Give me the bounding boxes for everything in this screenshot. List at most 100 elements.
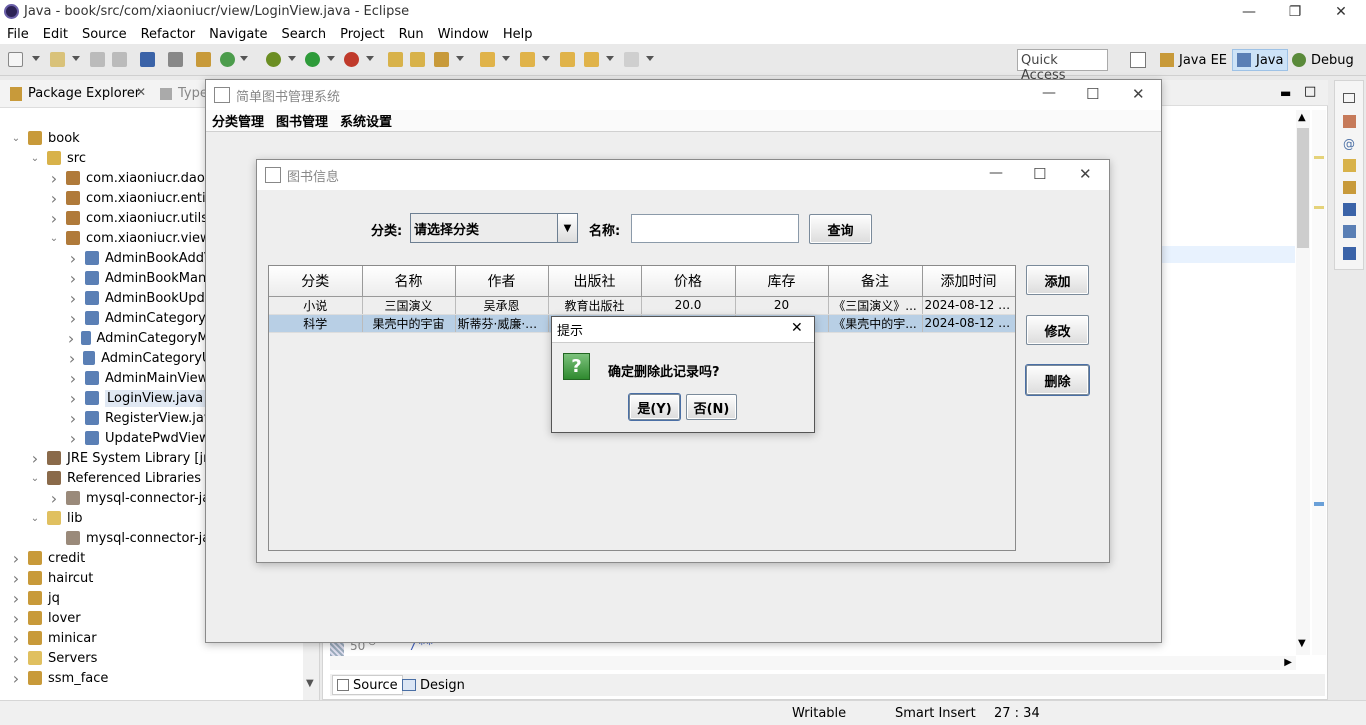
chevron-right-icon[interactable]: › (67, 309, 79, 328)
chevron-down-icon[interactable] (542, 56, 550, 61)
tab-type-hierarchy[interactable]: Type (178, 86, 208, 101)
new-icon[interactable] (8, 52, 23, 67)
perspective-java-ee[interactable]: Java EE (1156, 49, 1231, 71)
console-icon[interactable] (1343, 203, 1356, 216)
declaration-icon[interactable] (1343, 159, 1356, 172)
outline-icon[interactable] (1343, 115, 1356, 128)
save-icon[interactable] (90, 52, 105, 67)
chevron-right-icon[interactable]: › (10, 649, 22, 668)
quick-access-input[interactable]: Quick Access (1017, 49, 1108, 83)
maximize-button[interactable]: ☐ (1033, 165, 1046, 183)
chevron-down-icon[interactable]: ⌄ (29, 513, 41, 524)
query-button[interactable]: 查询 (809, 214, 872, 244)
prev-annotation-icon[interactable] (520, 52, 535, 67)
menu-file[interactable]: File (0, 27, 36, 42)
servers-icon[interactable] (1343, 225, 1356, 238)
chevron-down-icon[interactable]: ⌄ (48, 233, 60, 244)
edit-button[interactable]: 修改 (1026, 315, 1089, 345)
chevron-up-icon[interactable]: ▲ (1298, 112, 1306, 123)
forward-icon[interactable] (624, 52, 639, 67)
minimize-button[interactable]: — (1042, 85, 1056, 101)
minimize-button[interactable]: — (1226, 0, 1272, 24)
minimize-button[interactable]: — (989, 165, 1003, 181)
column-header[interactable]: 作者 (455, 266, 549, 297)
pen-icon[interactable] (1343, 181, 1356, 194)
open-folder-icon[interactable] (388, 52, 403, 67)
close-icon[interactable]: ✕ (136, 85, 146, 99)
delete-button[interactable]: 删除 (1026, 365, 1089, 395)
chevron-right-icon[interactable]: › (67, 349, 77, 368)
explorer-scrollbar[interactable]: ▼ (303, 640, 319, 700)
chevron-down-icon[interactable]: ⌄ (29, 473, 41, 484)
menu-window[interactable]: Window (431, 27, 496, 42)
ruler-marker[interactable] (1314, 502, 1324, 506)
chevron-right-icon[interactable]: › (67, 329, 75, 348)
chevron-down-icon[interactable]: ▼ (557, 214, 577, 242)
scrollbar-thumb[interactable] (1297, 128, 1309, 248)
category-select[interactable]: 请选择分类 ▼ (410, 213, 578, 243)
close-button[interactable]: ✕ (791, 320, 803, 336)
chevron-down-icon[interactable]: ▼ (306, 678, 314, 689)
perspective-java[interactable]: Java (1232, 49, 1289, 71)
chevron-right-icon[interactable]: › (48, 169, 60, 188)
menu-help[interactable]: Help (496, 27, 540, 42)
chevron-down-icon[interactable] (72, 56, 80, 61)
editor-horizontal-scrollbar[interactable]: ▶ (330, 656, 1296, 670)
add-button[interactable]: 添加 (1026, 265, 1089, 295)
tree-item[interactable]: › Servers (10, 648, 310, 668)
menu-refactor[interactable]: Refactor (134, 27, 203, 42)
chevron-down-icon[interactable] (646, 56, 654, 61)
ruler-marker[interactable] (1314, 206, 1324, 209)
chevron-down-icon[interactable] (327, 56, 335, 61)
save-all-icon[interactable] (112, 52, 127, 67)
menu-navigate[interactable]: Navigate (202, 27, 274, 42)
chevron-right-icon[interactable]: › (10, 549, 22, 568)
chevron-down-icon[interactable] (288, 56, 296, 61)
chevron-right-icon[interactable]: › (67, 249, 79, 268)
chevron-down-icon[interactable]: ⌄ (10, 133, 22, 144)
menu-project[interactable]: Project (333, 27, 391, 42)
chevron-right-icon[interactable]: › (29, 449, 41, 468)
external-tools-icon[interactable] (344, 52, 359, 67)
menu-system-settings[interactable]: 系统设置 (340, 111, 392, 130)
ruler-marker[interactable] (1314, 156, 1324, 159)
column-header[interactable]: 备注 (828, 266, 923, 297)
perspective-debug[interactable]: Debug (1288, 49, 1358, 71)
open-perspective-icon[interactable] (1130, 52, 1146, 68)
menu-search[interactable]: Search (274, 27, 333, 42)
menu-book-manage[interactable]: 图书管理 (276, 111, 328, 130)
chevron-right-icon[interactable]: › (10, 589, 22, 608)
chevron-down-icon[interactable]: ▼ (1298, 638, 1306, 649)
restore-icon[interactable] (1343, 93, 1355, 103)
yes-button[interactable]: 是(Y) (629, 394, 680, 420)
problems-icon[interactable] (1343, 247, 1356, 260)
column-header[interactable]: 分类 (269, 266, 363, 297)
chevron-right-icon[interactable]: › (10, 569, 22, 588)
skip-breakpoints-icon[interactable] (168, 52, 183, 67)
back-icon[interactable] (584, 52, 599, 67)
chevron-right-icon[interactable]: › (48, 209, 60, 228)
tree-item[interactable]: › ssm_face (10, 668, 310, 688)
close-button[interactable]: ✕ (1132, 85, 1145, 103)
run-icon[interactable] (305, 52, 320, 67)
chevron-right-icon[interactable]: › (67, 269, 79, 288)
chevron-down-icon[interactable] (366, 56, 374, 61)
chevron-right-icon[interactable]: › (67, 289, 79, 308)
chevron-right-icon[interactable]: › (48, 189, 60, 208)
chevron-down-icon[interactable]: ⌄ (29, 153, 41, 164)
chevron-right-icon[interactable]: › (67, 369, 79, 388)
chevron-down-icon[interactable] (240, 56, 248, 61)
new-project-icon[interactable] (50, 52, 65, 67)
terminal-icon[interactable] (140, 52, 155, 67)
debug-icon[interactable] (266, 52, 281, 67)
close-button[interactable]: ✕ (1318, 0, 1364, 24)
menu-edit[interactable]: Edit (36, 27, 75, 42)
refresh-icon[interactable] (220, 52, 235, 67)
chevron-right-icon[interactable]: › (67, 409, 79, 428)
new-dropdown-icon[interactable] (32, 56, 40, 61)
chevron-down-icon[interactable] (502, 56, 510, 61)
tab-design[interactable]: Design (398, 675, 469, 695)
chevron-right-icon[interactable]: › (10, 629, 22, 648)
minimize-icon[interactable]: ▬ (1280, 86, 1291, 100)
menu-category-manage[interactable]: 分类管理 (212, 111, 264, 130)
